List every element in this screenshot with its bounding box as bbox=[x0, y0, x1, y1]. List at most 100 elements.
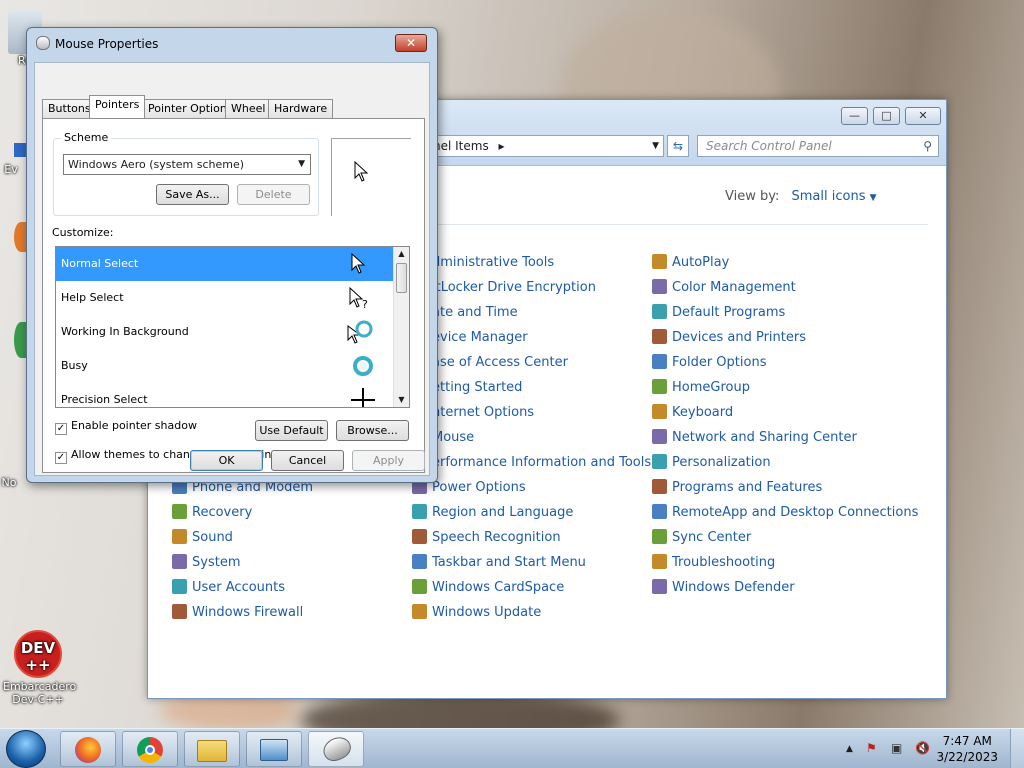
minimize-button[interactable]: — bbox=[841, 107, 868, 125]
use-default-button[interactable]: Use Default bbox=[255, 420, 328, 441]
pointer-row[interactable]: Normal Select bbox=[56, 247, 409, 281]
view-by-dropdown[interactable]: Small icons bbox=[792, 189, 866, 204]
pointer-row[interactable]: Precision Select bbox=[56, 383, 409, 407]
control-panel-item[interactable]: AutoPlay bbox=[652, 253, 729, 273]
dialog-close-button[interactable]: ✕ bbox=[395, 34, 427, 52]
list-scrollbar[interactable]: ▲ ▼ bbox=[393, 247, 409, 407]
control-panel-item-label: Default Programs bbox=[672, 305, 786, 320]
close-button[interactable]: ✕ bbox=[905, 107, 941, 125]
taskbar-chrome[interactable] bbox=[122, 731, 178, 767]
enable-shadow-checkbox[interactable]: ✓ Enable pointer shadow bbox=[55, 419, 197, 435]
control-panel-item[interactable]: Sound bbox=[172, 528, 233, 548]
control-panel-item-label: Windows Defender bbox=[672, 580, 795, 595]
applet-icon bbox=[652, 279, 667, 294]
pointer-row[interactable]: Help Select? bbox=[56, 281, 409, 315]
svg-text:?: ? bbox=[362, 298, 368, 310]
maximize-button[interactable]: □ bbox=[873, 107, 900, 125]
control-panel-item[interactable]: Troubleshooting bbox=[652, 553, 775, 573]
control-panel-item[interactable]: ase of Access Center bbox=[432, 353, 568, 373]
control-panel-item-label: Mouse bbox=[432, 430, 475, 445]
apply-button[interactable]: Apply bbox=[352, 450, 425, 471]
control-panel-item[interactable]: evice Manager bbox=[432, 328, 528, 348]
control-panel-item[interactable]: nternet Options bbox=[432, 403, 534, 423]
devcpp-icon: DEV ++ bbox=[14, 630, 62, 678]
control-panel-item[interactable]: Personalization bbox=[652, 453, 771, 473]
control-panel-item[interactable]: System bbox=[172, 553, 240, 573]
taskbar-firefox[interactable] bbox=[60, 731, 116, 767]
customize-label: Customize: bbox=[52, 226, 114, 239]
search-icon[interactable]: ⚲ bbox=[923, 136, 932, 156]
scroll-thumb[interactable] bbox=[396, 263, 407, 293]
refresh-button[interactable]: ⇆ bbox=[667, 135, 689, 157]
view-by: View by: Small icons ▼ bbox=[725, 189, 877, 204]
control-panel-item[interactable]: Programs and Features bbox=[652, 478, 822, 498]
start-button[interactable] bbox=[6, 730, 46, 768]
control-panel-item[interactable]: Windows Defender bbox=[652, 578, 795, 598]
show-hidden-icons-icon[interactable]: ▲ bbox=[846, 744, 853, 754]
taskbar-explorer[interactable] bbox=[184, 731, 240, 767]
applet-icon bbox=[652, 404, 667, 419]
control-panel-item[interactable]: HomeGroup bbox=[652, 378, 750, 398]
search-input[interactable]: Search Control Panel ⚲ bbox=[697, 135, 939, 157]
pointer-list[interactable]: Normal Select Help Select? Working In Back… bbox=[55, 246, 410, 408]
control-panel-item-label: Recovery bbox=[192, 505, 253, 520]
volume-icon[interactable]: 🔇 bbox=[915, 741, 930, 755]
control-panel-item[interactable]: Color Management bbox=[652, 278, 796, 298]
control-panel-item[interactable]: Mouse bbox=[432, 428, 474, 448]
scroll-up-icon[interactable]: ▲ bbox=[394, 247, 409, 261]
control-panel-item[interactable]: Folder Options bbox=[652, 353, 766, 373]
control-panel-item[interactable]: Recovery bbox=[172, 503, 252, 523]
tab-hardware[interactable]: Hardware bbox=[268, 99, 334, 118]
control-panel-item-label: Windows CardSpace bbox=[432, 580, 565, 595]
control-panel-item[interactable]: RemoteApp and Desktop Connections bbox=[652, 503, 918, 523]
taskbar-control-panel[interactable] bbox=[246, 731, 302, 767]
tab-wheel[interactable]: Wheel bbox=[225, 99, 272, 118]
control-panel-item[interactable]: dministrative Tools bbox=[432, 253, 554, 273]
control-panel-item-label: Windows Update bbox=[432, 605, 542, 620]
control-panel-item[interactable]: Sync Center bbox=[652, 528, 751, 548]
control-panel-item[interactable]: itLocker Drive Encryption bbox=[432, 278, 596, 298]
control-panel-item[interactable]: Taskbar and Start Menu bbox=[412, 553, 586, 573]
control-panel-item[interactable]: Windows Update bbox=[412, 603, 541, 623]
cursor-preview bbox=[331, 138, 411, 216]
taskbar-mouse-properties[interactable] bbox=[308, 731, 364, 767]
network-icon[interactable]: ▣ bbox=[891, 741, 902, 755]
control-panel-item[interactable]: erformance Information and Tools bbox=[432, 453, 651, 473]
scroll-down-icon[interactable]: ▼ bbox=[394, 393, 409, 407]
control-panel-item-label: Devices and Printers bbox=[672, 330, 806, 345]
control-panel-item[interactable]: Devices and Printers bbox=[652, 328, 806, 348]
control-panel-item[interactable]: Keyboard bbox=[652, 403, 733, 423]
control-panel-item[interactable]: etting Started bbox=[432, 378, 522, 398]
checkbox-check-icon[interactable]: ✓ bbox=[55, 423, 67, 435]
control-panel-item-label: evice Manager bbox=[432, 330, 528, 345]
chevron-down-icon[interactable]: ▼ bbox=[870, 193, 877, 203]
tab-pointers[interactable]: Pointers bbox=[89, 95, 146, 118]
checkbox-check-icon[interactable]: ✓ bbox=[55, 452, 67, 464]
show-desktop-button[interactable] bbox=[1010, 729, 1024, 768]
ok-button[interactable]: OK bbox=[190, 450, 263, 471]
applet-icon bbox=[652, 454, 667, 469]
control-panel-item[interactable]: Default Programs bbox=[652, 303, 785, 323]
pointer-row[interactable]: Busy bbox=[56, 349, 409, 383]
action-center-icon[interactable]: ⚑ bbox=[866, 741, 877, 755]
control-panel-item[interactable]: ate and Time bbox=[432, 303, 518, 323]
control-panel-item[interactable]: Windows CardSpace bbox=[412, 578, 564, 598]
control-panel-item[interactable]: Network and Sharing Center bbox=[652, 428, 857, 448]
cancel-button[interactable]: Cancel bbox=[271, 450, 344, 471]
pointer-row[interactable]: Working In Background bbox=[56, 315, 409, 349]
clock[interactable]: 7:47 AM 3/22/2023 bbox=[936, 733, 998, 765]
control-panel-item[interactable]: Speech Recognition bbox=[412, 528, 561, 548]
browse-button[interactable]: Browse... bbox=[336, 420, 409, 441]
control-panel-item[interactable]: User Accounts bbox=[172, 578, 285, 598]
control-panel-item-label: Color Management bbox=[672, 280, 796, 295]
address-bar[interactable]: nel Items ▸ ▼ bbox=[428, 135, 664, 157]
control-panel-item[interactable]: Region and Language bbox=[412, 503, 573, 523]
control-panel-item[interactable]: Windows Firewall bbox=[172, 603, 303, 623]
desktop-icon-devcpp[interactable]: DEV ++ Embarcadero Dev-C++ bbox=[3, 630, 76, 706]
scheme-select[interactable]: Windows Aero (system scheme) ▼ bbox=[63, 154, 311, 175]
chevron-down-icon[interactable]: ▼ bbox=[652, 136, 659, 156]
save-as-button[interactable]: Save As... bbox=[156, 184, 229, 205]
search-placeholder: Search Control Panel bbox=[706, 139, 832, 153]
address-text: nel Items bbox=[433, 139, 489, 153]
delete-button[interactable]: Delete bbox=[237, 184, 310, 205]
